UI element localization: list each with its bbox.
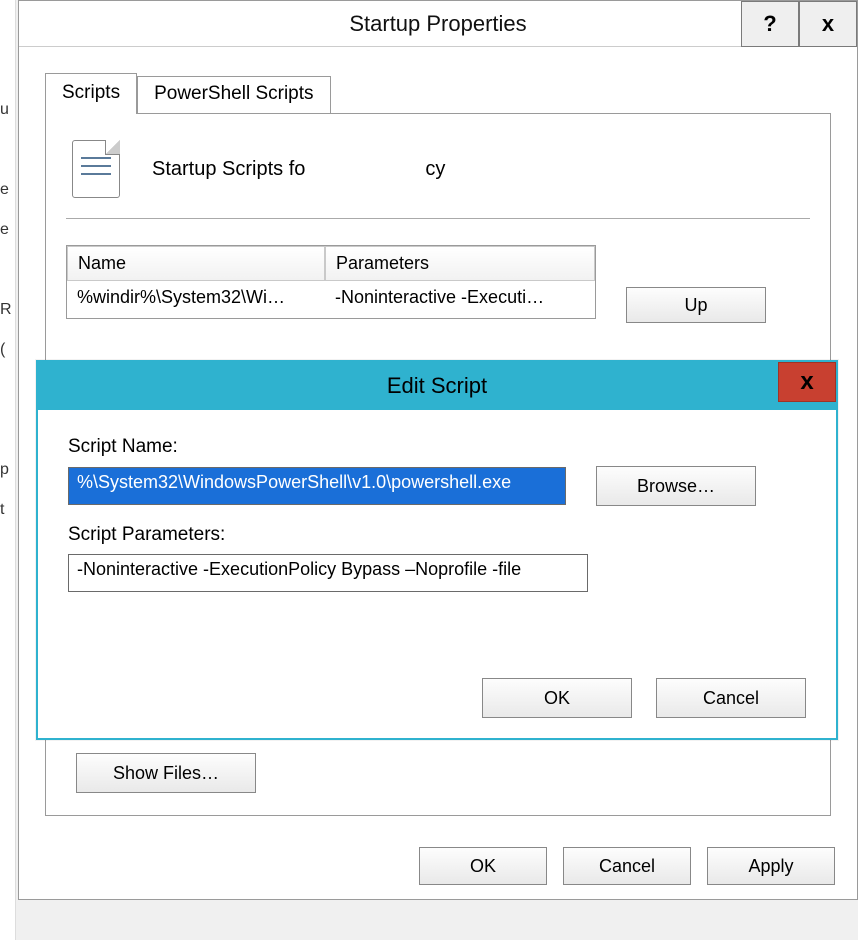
panel-header-text: Startup Scripts fo cy [152,158,445,181]
close-button[interactable]: x [799,1,857,47]
script-parameters-input[interactable]: -Noninteractive -ExecutionPolicy Bypass … [68,554,588,592]
browse-button[interactable]: Browse… [596,466,756,506]
edit-script-footer: OK Cancel [482,678,806,718]
edit-script-dialog: Edit Script x Script Name: %\System32\Wi… [36,360,838,740]
edit-script-ok-button[interactable]: OK [482,678,632,718]
edit-script-cancel-button[interactable]: Cancel [656,678,806,718]
row-parameters-cell: -Noninteractive -Executi… [325,281,595,318]
background-tree-hints: ueeR(pt [0,0,16,940]
tab-scripts[interactable]: Scripts [45,73,137,114]
edit-script-title: Edit Script [387,373,487,399]
startup-properties-titlebar: Startup Properties ? x [19,1,857,47]
scripts-listview[interactable]: Name Parameters %windir%\System32\Wi… -N… [66,245,596,319]
apply-button[interactable]: Apply [707,847,835,885]
listview-header: Name Parameters [67,246,595,281]
tab-powershell-scripts[interactable]: PowerShell Scripts [137,76,330,113]
show-files-button[interactable]: Show Files… [76,753,256,793]
ok-button[interactable]: OK [419,847,547,885]
edit-script-close-button[interactable]: x [778,362,836,402]
parent-dialog-footer: OK Cancel Apply [419,847,835,885]
table-row[interactable]: %windir%\System32\Wi… -Noninteractive -E… [67,281,595,318]
script-name-input[interactable]: %\System32\WindowsPowerShell\v1.0\powers… [68,467,566,505]
script-parameters-label: Script Parameters: [68,524,806,546]
tabs: Scripts PowerShell Scripts [45,71,831,113]
column-header-name[interactable]: Name [67,246,325,281]
script-name-label: Script Name: [68,436,806,458]
divider [66,218,810,219]
edit-script-titlebar: Edit Script x [38,362,836,410]
up-button[interactable]: Up [626,287,766,323]
column-header-parameters[interactable]: Parameters [325,246,595,281]
help-button[interactable]: ? [741,1,799,47]
row-name-cell: %windir%\System32\Wi… [67,281,325,318]
script-file-icon [72,140,120,198]
startup-properties-title: Startup Properties [349,11,526,37]
cancel-button[interactable]: Cancel [563,847,691,885]
